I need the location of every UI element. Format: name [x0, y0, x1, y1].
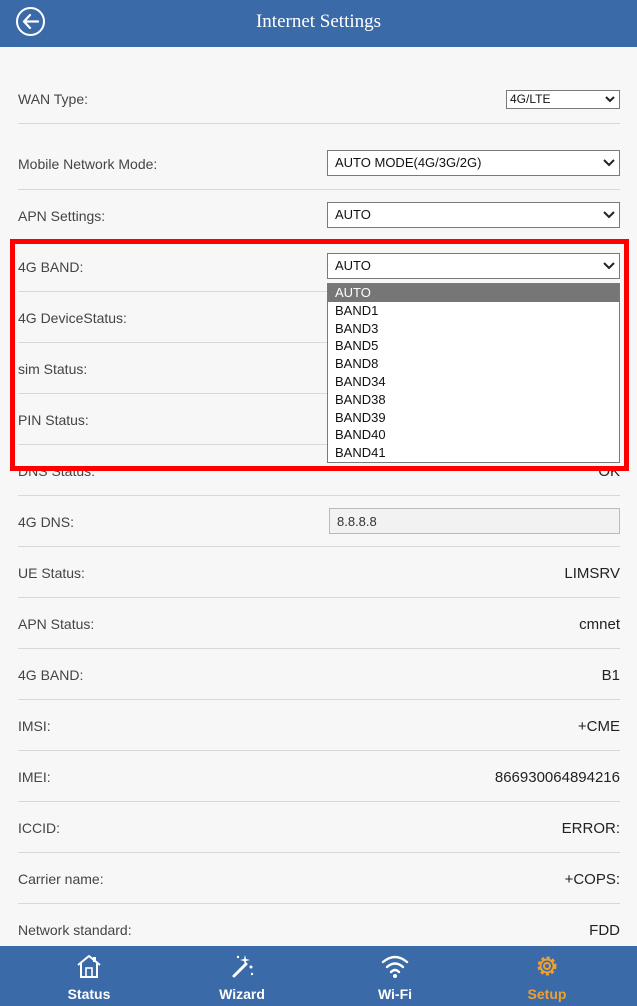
band-option-band38[interactable]: BAND38 [328, 391, 619, 409]
nav-status-label: Status [67, 986, 111, 1002]
mobile-network-mode-value: AUTO MODE(4G/3G/2G) [335, 155, 482, 170]
nav-setup[interactable]: Setup [487, 946, 607, 1006]
band-option-band5[interactable]: BAND5 [328, 337, 619, 355]
apn-settings-row: APN Settings: AUTO [18, 190, 620, 241]
imsi-value: +CME [577, 718, 620, 735]
gear-icon [537, 956, 557, 976]
nav-wifi-label: Wi-Fi [377, 986, 413, 1002]
band-option-band8[interactable]: BAND8 [328, 355, 619, 373]
carrier-row: Carrier name: +COPS: [18, 853, 620, 904]
wan-type-row: WAN Type: 4G/LTE [18, 74, 620, 124]
band-select[interactable]: AUTO [327, 253, 620, 279]
mobile-network-mode-select[interactable]: AUTO MODE(4G/3G/2G) [327, 150, 620, 176]
imsi-row: IMSI: +CME [18, 700, 620, 751]
chevron-down-icon [603, 159, 615, 167]
network-standard-label: Network standard: [18, 922, 132, 938]
page-title: Internet Settings [255, 11, 382, 32]
band-info-value: B1 [601, 667, 620, 684]
band-info-row: 4G BAND: B1 [18, 649, 620, 700]
network-standard-value: FDD [589, 922, 620, 939]
wan-type-label: WAN Type: [18, 91, 89, 107]
iccid-label: ICCID: [18, 820, 60, 836]
band-value: AUTO [335, 258, 371, 273]
dns-status-value: OK [598, 463, 620, 480]
apn-settings-value: AUTO [335, 207, 371, 222]
nav-wizard[interactable]: Wizard [182, 946, 302, 1006]
nav-status[interactable]: Status [29, 946, 149, 1006]
dns-label: 4G DNS: [18, 514, 75, 530]
wifi-icon [381, 955, 409, 978]
nav-wizard-label: Wizard [219, 986, 265, 1002]
magic-wand-icon [232, 955, 254, 978]
apn-status-label: APN Status: [18, 616, 95, 632]
home-icon [77, 955, 101, 978]
band-dropdown-list: AUTO BAND1 BAND3 BAND5 BAND8 BAND34 BAND… [327, 283, 620, 463]
header-bar: Internet Settings [0, 0, 637, 47]
device-status-label: 4G DeviceStatus: [18, 310, 127, 326]
carrier-label: Carrier name: [18, 871, 104, 887]
band-option-auto[interactable]: AUTO [328, 284, 619, 302]
band-option-band41[interactable]: BAND41 [328, 444, 619, 462]
apn-status-row: APN Status: cmnet [18, 598, 620, 649]
imei-row: IMEI: 866930064894216 [18, 751, 620, 802]
band-option-band1[interactable]: BAND1 [328, 302, 619, 320]
mobile-network-mode-label: Mobile Network Mode: [18, 156, 158, 172]
band-option-band3[interactable]: BAND3 [328, 320, 619, 338]
apn-status-value: cmnet [579, 616, 620, 633]
ue-status-value: LIMSRV [564, 565, 620, 582]
wan-type-select[interactable]: 4G/LTE [506, 90, 620, 109]
dns-status-label: DNS Status: [18, 463, 96, 479]
iccid-value: ERROR: [561, 820, 620, 837]
band-option-band39[interactable]: BAND39 [328, 409, 619, 427]
band-option-band40[interactable]: BAND40 [328, 426, 619, 444]
mobile-network-mode-row: Mobile Network Mode: AUTO MODE(4G/3G/2G) [18, 138, 620, 190]
ue-status-label: UE Status: [18, 565, 85, 581]
apn-settings-select[interactable]: AUTO [327, 202, 620, 228]
bottom-nav: Status Wizard Wi-Fi Setup [0, 946, 637, 1006]
network-standard-row: Network standard: FDD [18, 904, 620, 946]
chevron-down-icon [605, 96, 615, 103]
nav-setup-label: Setup [527, 986, 567, 1002]
pin-status-label: PIN Status: [18, 412, 89, 428]
ue-status-row: UE Status: LIMSRV [18, 547, 620, 598]
carrier-value: +COPS: [564, 871, 620, 888]
nav-wifi[interactable]: Wi-Fi [335, 946, 455, 1006]
dns-input[interactable]: 8.8.8.8 [329, 508, 620, 534]
wan-type-value: 4G/LTE [510, 92, 551, 106]
band-label: 4G BAND: [18, 259, 84, 275]
band-info-label: 4G BAND: [18, 667, 84, 683]
band-option-band34[interactable]: BAND34 [328, 373, 619, 391]
imei-label: IMEI: [18, 769, 51, 785]
imei-value: 866930064894216 [494, 769, 620, 786]
chevron-down-icon [603, 211, 615, 219]
apn-settings-label: APN Settings: [18, 208, 106, 224]
imsi-label: IMSI: [18, 718, 51, 734]
sim-status-label: sim Status: [18, 361, 88, 377]
chevron-down-icon [603, 262, 615, 270]
iccid-row: ICCID: ERROR: [18, 802, 620, 853]
